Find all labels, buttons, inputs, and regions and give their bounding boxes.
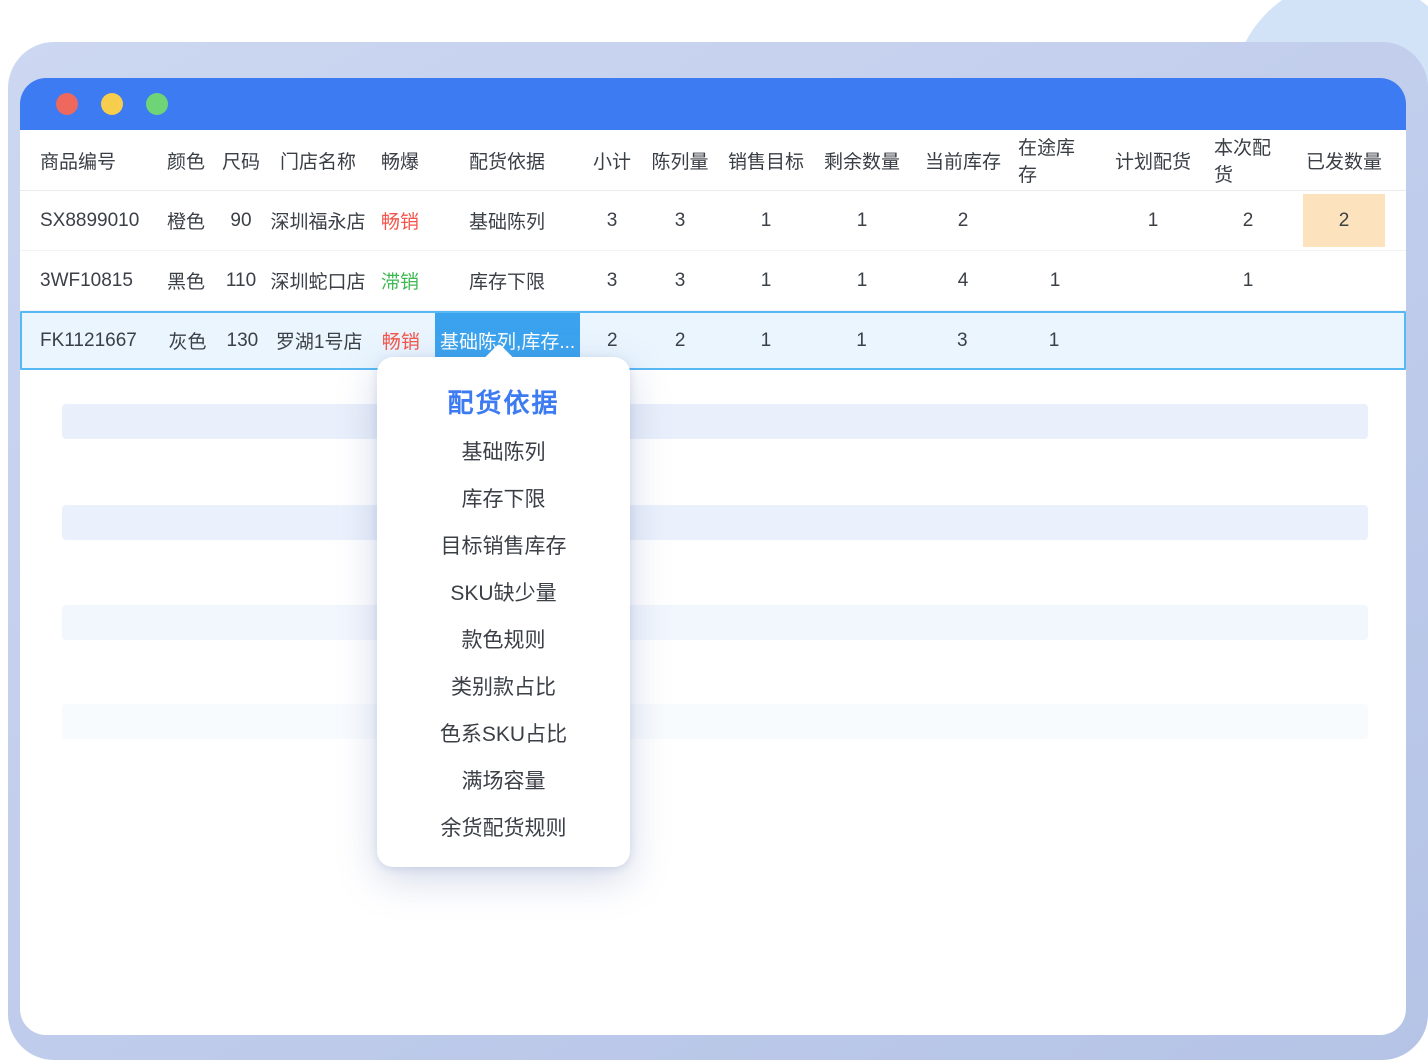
table-row[interactable]: SX8899010 橙色 90 深圳福永店 畅销 基础陈列 3 3 1 1 2 … — [20, 191, 1406, 251]
cell-current-stock: 4 — [908, 251, 1018, 310]
skeleton-row-placeholder — [62, 505, 1368, 540]
cell-allocation-basis[interactable]: 基础陈列 — [434, 191, 580, 250]
skeleton-row-placeholder — [62, 605, 1368, 640]
cell-color: 黑色 — [160, 251, 212, 310]
column-header-allocation-basis: 配货依据 — [434, 130, 580, 190]
cell-sale-status: 畅销 — [366, 191, 434, 250]
cell-in-transit-stock — [1018, 191, 1092, 250]
cell-color: 灰色 — [162, 313, 214, 368]
popup-item-stock-lower-limit[interactable]: 库存下限 — [377, 474, 630, 521]
column-header-subtotal: 小计 — [580, 130, 644, 190]
cell-this-allocation — [1213, 313, 1281, 368]
column-header-shipped-qty: 已发数量 — [1282, 130, 1406, 190]
popup-item-full-capacity[interactable]: 满场容量 — [377, 756, 630, 803]
popup-item-list: 基础陈列 库存下限 目标销售库存 SKU缺少量 款色规则 类别款占比 色系SKU… — [377, 427, 630, 850]
column-header-display-qty: 陈列量 — [644, 130, 716, 190]
cell-allocation-basis[interactable]: 库存下限 — [434, 251, 580, 310]
cell-product-code: SX8899010 — [20, 191, 160, 250]
cell-shipped-qty — [1280, 313, 1404, 368]
cell-size: 110 — [212, 251, 270, 310]
popup-item-color-sku-ratio[interactable]: 色系SKU占比 — [377, 709, 630, 756]
cell-shipped-qty — [1282, 251, 1406, 310]
column-header-color: 颜色 — [160, 130, 212, 190]
column-header-sale-status: 畅爆 — [366, 130, 434, 190]
column-header-sales-target: 销售目标 — [716, 130, 816, 190]
table-row[interactable]: 3WF10815 黑色 110 深圳蛇口店 滞销 库存下限 3 3 1 1 4 … — [20, 251, 1406, 311]
table-row-selected[interactable]: FK1121667 灰色 130 罗湖1号店 畅销 基础陈列,库存... 2 2… — [20, 311, 1406, 370]
cell-sale-status: 滞销 — [366, 251, 434, 310]
cell-color: 橙色 — [160, 191, 212, 250]
cell-store-name: 深圳蛇口店 — [270, 251, 366, 310]
cell-planned-allocation — [1092, 251, 1214, 310]
popup-item-basic-display[interactable]: 基础陈列 — [377, 427, 630, 474]
popup-item-style-color-rule[interactable]: 款色规则 — [377, 615, 630, 662]
cell-remaining-qty: 1 — [816, 251, 908, 310]
cell-current-stock: 3 — [907, 313, 1017, 368]
cell-size: 90 — [212, 191, 270, 250]
allocation-basis-popup: 配货依据 基础陈列 库存下限 目标销售库存 SKU缺少量 款色规则 类别款占比 … — [377, 357, 630, 867]
cell-subtotal: 3 — [580, 251, 644, 310]
cell-remaining-qty: 1 — [816, 191, 908, 250]
skeleton-row-placeholder — [62, 704, 1368, 739]
cell-size: 130 — [213, 313, 271, 368]
cell-planned-allocation: 1 — [1092, 191, 1214, 250]
cell-subtotal: 3 — [580, 191, 644, 250]
traffic-light-minimize-button[interactable] — [101, 93, 123, 115]
popup-title: 配货依据 — [377, 381, 630, 421]
column-header-planned-allocation: 计划配货 — [1092, 130, 1214, 190]
cell-product-code: FK1121667 — [22, 313, 162, 368]
app-window: 商品编号 颜色 尺码 门店名称 畅爆 配货依据 小计 陈列量 销售目标 剩余数量… — [20, 78, 1406, 1035]
cell-remaining-qty: 1 — [816, 313, 908, 368]
popup-item-sku-shortage[interactable]: SKU缺少量 — [377, 568, 630, 615]
traffic-light-close-button[interactable] — [56, 93, 78, 115]
page: 商品编号 颜色 尺码 门店名称 畅爆 配货依据 小计 陈列量 销售目标 剩余数量… — [0, 0, 1428, 1060]
cell-in-transit-stock: 1 — [1017, 313, 1091, 368]
cell-sales-target: 1 — [716, 313, 816, 368]
column-header-in-transit-stock: 在途库存 — [1018, 130, 1092, 190]
cell-product-code: 3WF10815 — [20, 251, 160, 310]
column-header-size: 尺码 — [212, 130, 270, 190]
popup-item-surplus-allocation-rule[interactable]: 余货配货规则 — [377, 803, 630, 850]
shipped-qty-highlight: 2 — [1303, 194, 1385, 247]
cell-sales-target: 1 — [716, 251, 816, 310]
cell-store-name: 深圳福永店 — [270, 191, 366, 250]
popup-item-target-sales-stock[interactable]: 目标销售库存 — [377, 521, 630, 568]
cell-store-name: 罗湖1号店 — [271, 313, 367, 368]
window-titlebar — [20, 78, 1406, 130]
table-header-row: 商品编号 颜色 尺码 门店名称 畅爆 配货依据 小计 陈列量 销售目标 剩余数量… — [20, 130, 1406, 191]
column-header-current-stock: 当前库存 — [908, 130, 1018, 190]
cell-display-qty: 3 — [644, 251, 716, 310]
window-frame: 商品编号 颜色 尺码 门店名称 畅爆 配货依据 小计 陈列量 销售目标 剩余数量… — [8, 42, 1428, 1060]
cell-shipped-qty: 2 — [1282, 191, 1406, 250]
popup-item-category-style-ratio[interactable]: 类别款占比 — [377, 662, 630, 709]
column-header-store-name: 门店名称 — [270, 130, 366, 190]
column-header-remaining-qty: 剩余数量 — [816, 130, 908, 190]
column-header-product-code: 商品编号 — [20, 130, 160, 190]
traffic-light-zoom-button[interactable] — [146, 93, 168, 115]
cell-planned-allocation — [1091, 313, 1213, 368]
column-header-this-allocation: 本次配货 — [1214, 130, 1282, 190]
cell-display-qty: 2 — [644, 313, 716, 368]
skeleton-row-placeholder — [62, 404, 1368, 439]
cell-sales-target: 1 — [716, 191, 816, 250]
cell-display-qty: 3 — [644, 191, 716, 250]
cell-this-allocation: 2 — [1214, 191, 1282, 250]
cell-this-allocation: 1 — [1214, 251, 1282, 310]
cell-current-stock: 2 — [908, 191, 1018, 250]
cell-in-transit-stock: 1 — [1018, 251, 1092, 310]
